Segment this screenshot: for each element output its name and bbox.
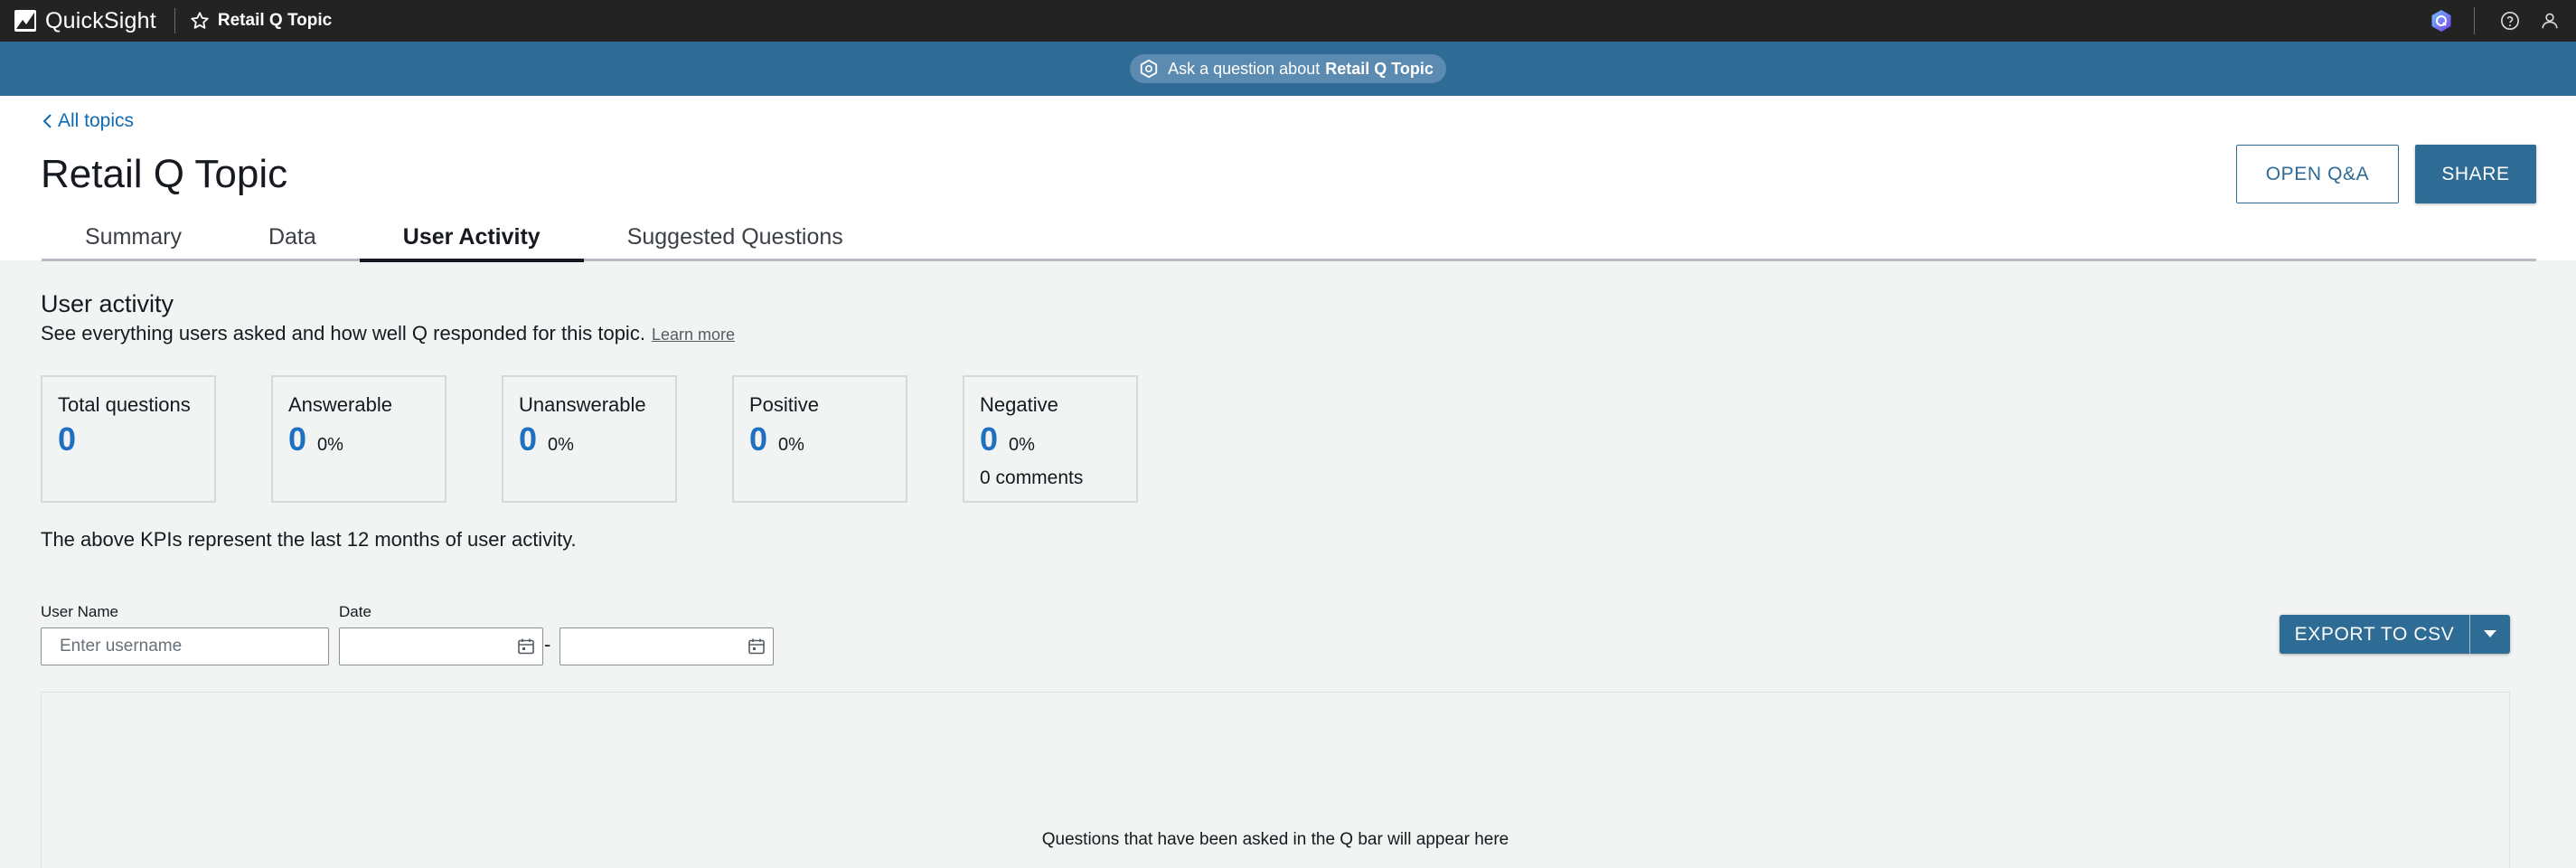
kpi-answerable: Answerable 0 0%	[271, 375, 447, 503]
export-to-csv-button[interactable]: EXPORT TO CSV	[2280, 615, 2469, 654]
kpi-percent: 0%	[548, 435, 574, 455]
topbar-divider	[174, 8, 175, 33]
topbar-divider	[2474, 7, 2475, 34]
ask-question-topic: Retail Q Topic	[1325, 59, 1434, 78]
brand-name: QuickSight	[45, 7, 156, 33]
topic-tabs: Summary Data User Activity Suggested Que…	[42, 213, 887, 262]
open-qa-button[interactable]: OPEN Q&A	[2236, 145, 2399, 203]
all-topics-link[interactable]: All topics	[42, 110, 134, 132]
kpi-label: Positive	[749, 393, 820, 416]
export-split-button: EXPORT TO CSV	[2280, 615, 2510, 654]
kpi-total-questions: Total questions 0	[41, 375, 216, 503]
tab-summary[interactable]: Summary	[42, 213, 225, 260]
calendar-icon[interactable]	[517, 637, 535, 656]
kpi-percent: 0%	[1009, 435, 1035, 455]
date-label: Date	[339, 603, 371, 620]
kpi-note: The above KPIs represent the last 12 mon…	[41, 528, 577, 551]
kpi-value: 0	[58, 420, 77, 458]
date-range-separator: -	[544, 633, 551, 656]
learn-more-link[interactable]: Learn more	[652, 326, 735, 344]
topbar-topic-title: Retail Q Topic	[217, 11, 333, 30]
empty-state-message: Questions that have been asked in the Q …	[1041, 830, 1509, 849]
ask-question-prefix: Ask a question about	[1168, 59, 1321, 78]
quicksight-home-link[interactable]: QuickSight	[13, 8, 156, 34]
kpi-value: 0	[519, 420, 538, 458]
kpi-value: 0	[980, 420, 999, 458]
kpi-positive: Positive 0 0%	[732, 375, 907, 503]
username-input[interactable]	[41, 627, 329, 665]
tab-data[interactable]: Data	[225, 213, 360, 260]
favorite-star-icon[interactable]	[190, 11, 210, 31]
date-end-input[interactable]	[559, 627, 774, 665]
questions-table-panel: Questions that have been asked in the Q …	[41, 692, 2510, 868]
share-button[interactable]: SHARE	[2415, 145, 2536, 203]
export-options-dropdown[interactable]	[2470, 615, 2510, 654]
all-topics-label: All topics	[58, 110, 135, 131]
kpi-unanswerable: Unanswerable 0 0%	[502, 375, 677, 503]
chevron-left-icon	[42, 113, 54, 129]
quicksight-logo-icon	[13, 8, 38, 33]
user-name-label: User Name	[41, 603, 118, 620]
section-description-text: See everything users asked and how well …	[41, 322, 645, 344]
tab-suggested-questions[interactable]: Suggested Questions	[584, 213, 887, 260]
section-description: See everything users asked and how well …	[41, 322, 735, 345]
kpi-value: 0	[749, 420, 768, 458]
kpi-comments: 0 comments	[980, 467, 1084, 488]
kpi-label: Negative	[980, 393, 1058, 416]
date-start-input[interactable]	[339, 627, 543, 665]
top-navigation-bar: QuickSight Retail Q Topic	[0, 0, 2576, 42]
user-account-icon[interactable]	[2540, 11, 2560, 31]
ask-question-button[interactable]: Ask a question about Retail Q Topic	[1130, 54, 1446, 83]
kpi-label: Answerable	[288, 393, 392, 416]
tab-user-activity[interactable]: User Activity	[359, 213, 584, 262]
kpi-value: 0	[288, 420, 307, 458]
amazon-q-icon[interactable]	[2430, 9, 2452, 33]
ask-question-bar: Ask a question about Retail Q Topic	[0, 42, 2576, 96]
page-title: Retail Q Topic	[41, 152, 288, 196]
topbar-right-actions	[2430, 0, 2576, 42]
kpi-percent: 0%	[317, 435, 343, 455]
kpi-label: Total questions	[58, 393, 191, 416]
kpi-negative: Negative 0 0% 0 comments	[963, 375, 1138, 503]
amazon-q-icon	[1139, 59, 1159, 79]
kpi-label: Unanswerable	[519, 393, 646, 416]
calendar-icon[interactable]	[747, 637, 766, 656]
caret-down-icon	[2483, 627, 2497, 643]
section-title: User activity	[41, 290, 174, 317]
kpi-percent: 0%	[778, 435, 804, 455]
topic-header: All topics Retail Q Topic OPEN Q&A SHARE…	[0, 96, 2576, 262]
help-icon[interactable]	[2500, 11, 2520, 31]
